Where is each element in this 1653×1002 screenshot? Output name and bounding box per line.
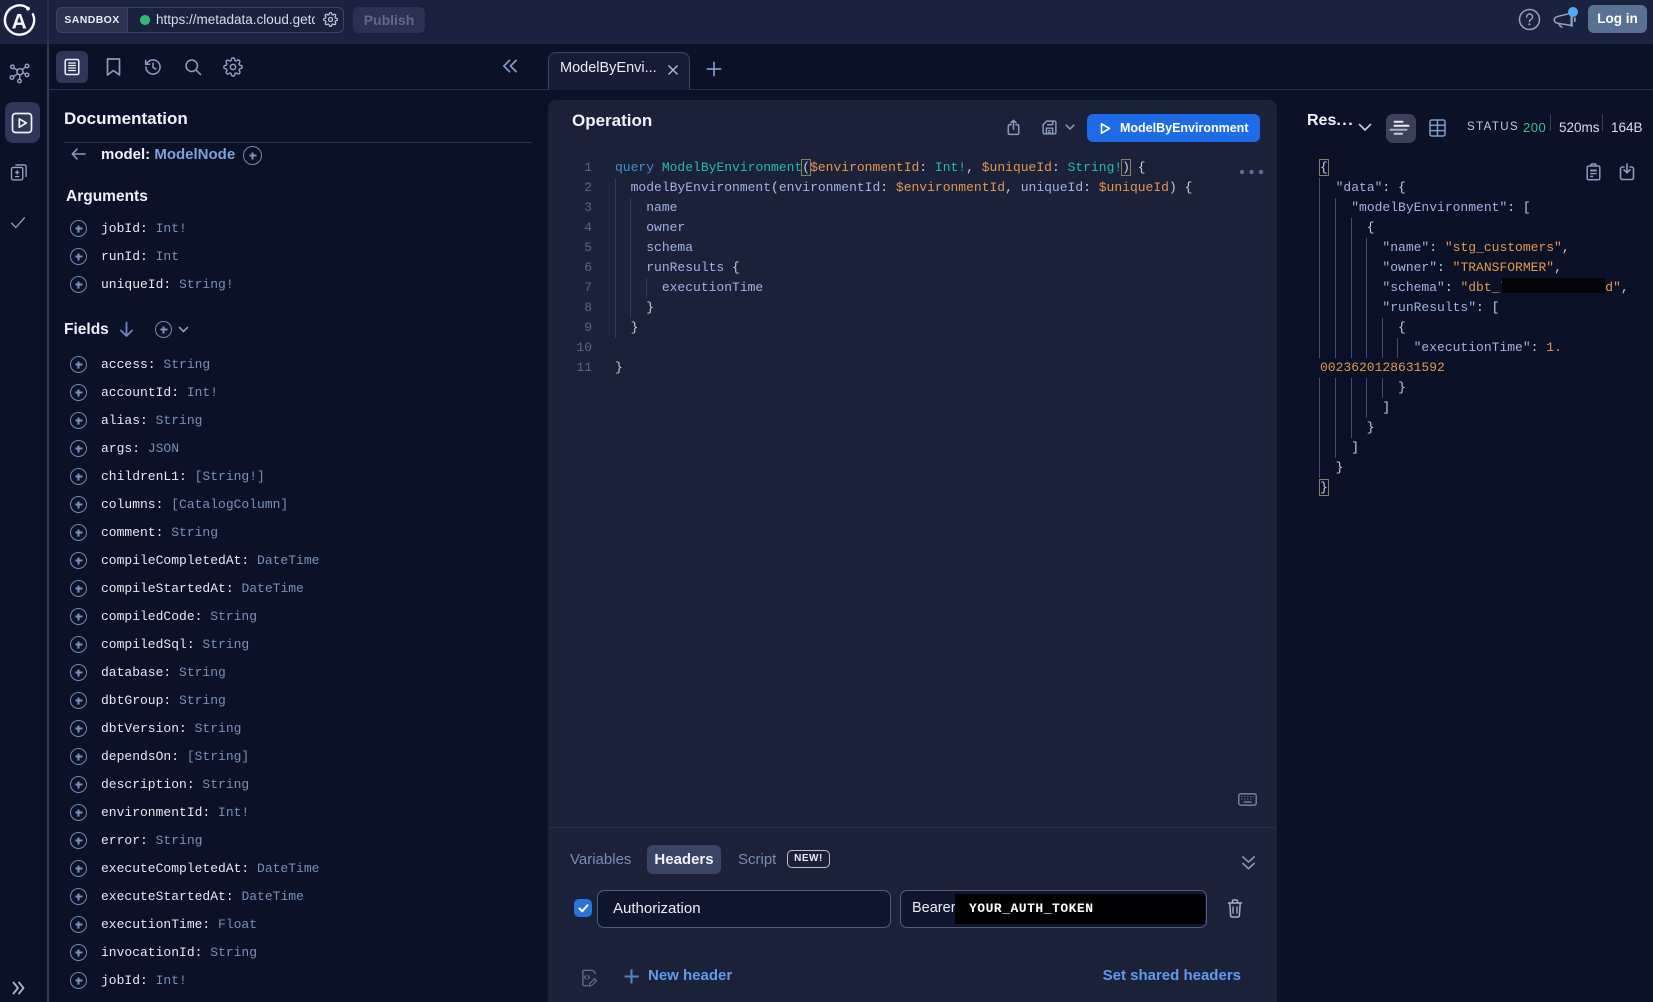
- svg-text:A: A: [12, 10, 27, 33]
